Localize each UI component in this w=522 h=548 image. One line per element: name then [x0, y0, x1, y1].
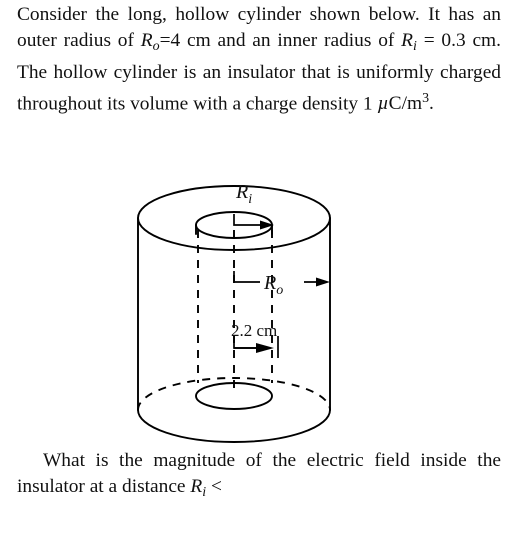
less-than-sign: <	[206, 476, 222, 497]
outer-radius-label: Ro	[263, 272, 283, 298]
variable-inner-radius: R	[401, 30, 414, 51]
charge-density-units: C/m	[388, 93, 423, 115]
hollow-cylinder-figure: Ri Ro 2.2 cm	[118, 168, 368, 446]
intro-period: .	[429, 93, 434, 115]
variable-outer-radius: R	[140, 30, 153, 51]
mu-symbol: µ	[377, 93, 389, 115]
cylinder-bottom-front-arc	[137, 409, 331, 443]
question-text-part-1: What is the magnitude of the electric fi…	[17, 450, 501, 497]
distance-label: 2.2 cm	[231, 321, 277, 340]
inner-radius-label: Ri	[235, 181, 252, 207]
outer-radius-leader-line	[233, 271, 260, 283]
intro-paragraph: Consider the long, hollow cylinder shown…	[17, 2, 501, 117]
outer-radius-arrowhead	[316, 277, 330, 287]
question-paragraph: What is the magnitude of the electric fi…	[17, 448, 501, 506]
subscript-o: o	[152, 38, 160, 54]
intro-text-part-2: =4 cm and an inner radius of	[159, 30, 402, 51]
exponent-three: 3	[422, 90, 430, 106]
variable-inner-radius-question: R	[190, 476, 203, 497]
